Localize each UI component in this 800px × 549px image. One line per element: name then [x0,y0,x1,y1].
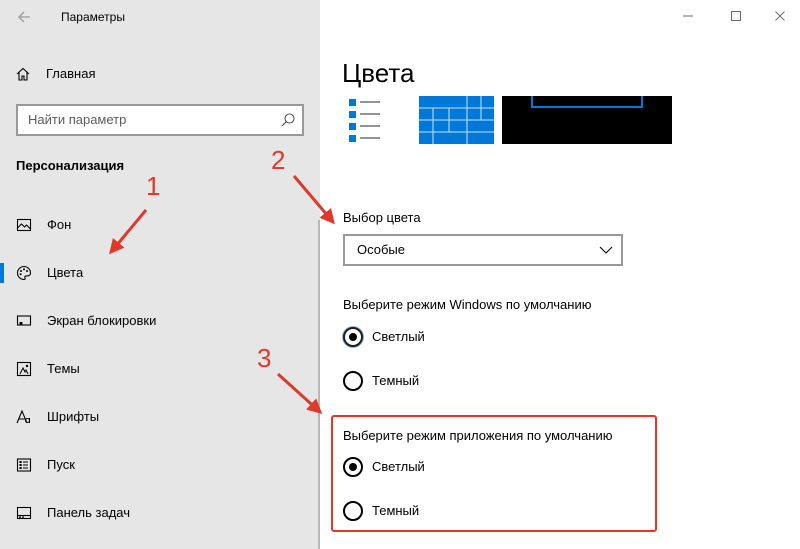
annotation-number-2: 2 [271,145,286,175]
home-icon [15,66,31,82]
annotation-number-3: 3 [257,343,272,373]
scrollbar[interactable] [318,220,320,549]
sidebar-item-label: Пуск [47,457,75,472]
taskbar-icon [16,505,32,521]
start-icon [16,457,32,473]
sidebar-item-colors[interactable]: Цвета [0,253,320,293]
sidebar-item-home[interactable]: Главная [0,58,320,90]
sidebar-item-start[interactable]: Пуск [0,445,320,485]
radio-label: Темный [372,503,420,518]
search-input[interactable]: Найти параметр [16,104,304,136]
palette-icon [16,265,32,281]
color-choice-dropdown[interactable]: Особые [343,234,623,266]
sidebar-item-label: Цвета [47,265,84,280]
section-title: Персонализация [16,158,125,173]
radio-circle[interactable] [343,501,363,521]
sidebar-item-taskbar[interactable]: Панель задач [0,493,320,533]
sidebar-item-themes[interactable]: Темы [0,349,320,389]
lock-screen-icon [16,313,32,329]
sidebar-item-fonts[interactable]: Шрифты [0,397,320,437]
app-title: Параметры [61,10,125,24]
maximize-button[interactable] [722,4,750,28]
color-preview-tiles [419,96,494,144]
preview-accent-notch [531,96,643,108]
page-title: Цвета [342,58,415,88]
selection-indicator [0,263,4,283]
color-preview-list [349,97,381,145]
sidebar-item-label: Фон [47,217,72,232]
windows-mode-label: Выберите режим Windows по умолчанию [343,297,592,312]
sidebar-item-label: Темы [47,361,80,376]
app-mode-label: Выберите режим приложения по умолчанию [343,428,613,443]
annotation-number-1: 1 [146,171,161,201]
minimize-button[interactable] [674,4,702,28]
radio-label: Светлый [372,329,425,344]
sidebar-item-label: Экран блокировки [47,313,157,328]
sidebar-item-label: Панель задач [47,505,131,520]
chevron-down-icon [599,243,613,257]
back-arrow-icon[interactable] [10,3,38,31]
sidebar-item-label: Главная [46,66,96,81]
search-placeholder: Найти параметр [28,112,127,127]
radio-label: Темный [372,373,420,388]
radio-dot [349,333,357,341]
color-choice-label: Выбор цвета [343,210,421,225]
color-preview-dark [502,96,672,144]
dropdown-value: Особые [357,242,406,257]
close-button[interactable] [766,4,794,28]
sidebar-item-background[interactable]: Фон [0,205,320,245]
sidebar: Параметры Главная Найти параметр Персона… [0,0,320,549]
sidebar-item-lock-screen[interactable]: Экран блокировки [0,301,320,341]
radio-label: Светлый [372,459,425,474]
picture-icon [16,217,32,233]
search-icon[interactable] [280,112,296,128]
fonts-icon [16,409,32,425]
radio-circle[interactable] [343,457,363,477]
themes-icon [16,361,32,377]
sidebar-item-label: Шрифты [47,409,100,424]
radio-dot [349,463,357,471]
radio-circle[interactable] [343,371,363,391]
radio-circle[interactable] [343,327,363,347]
